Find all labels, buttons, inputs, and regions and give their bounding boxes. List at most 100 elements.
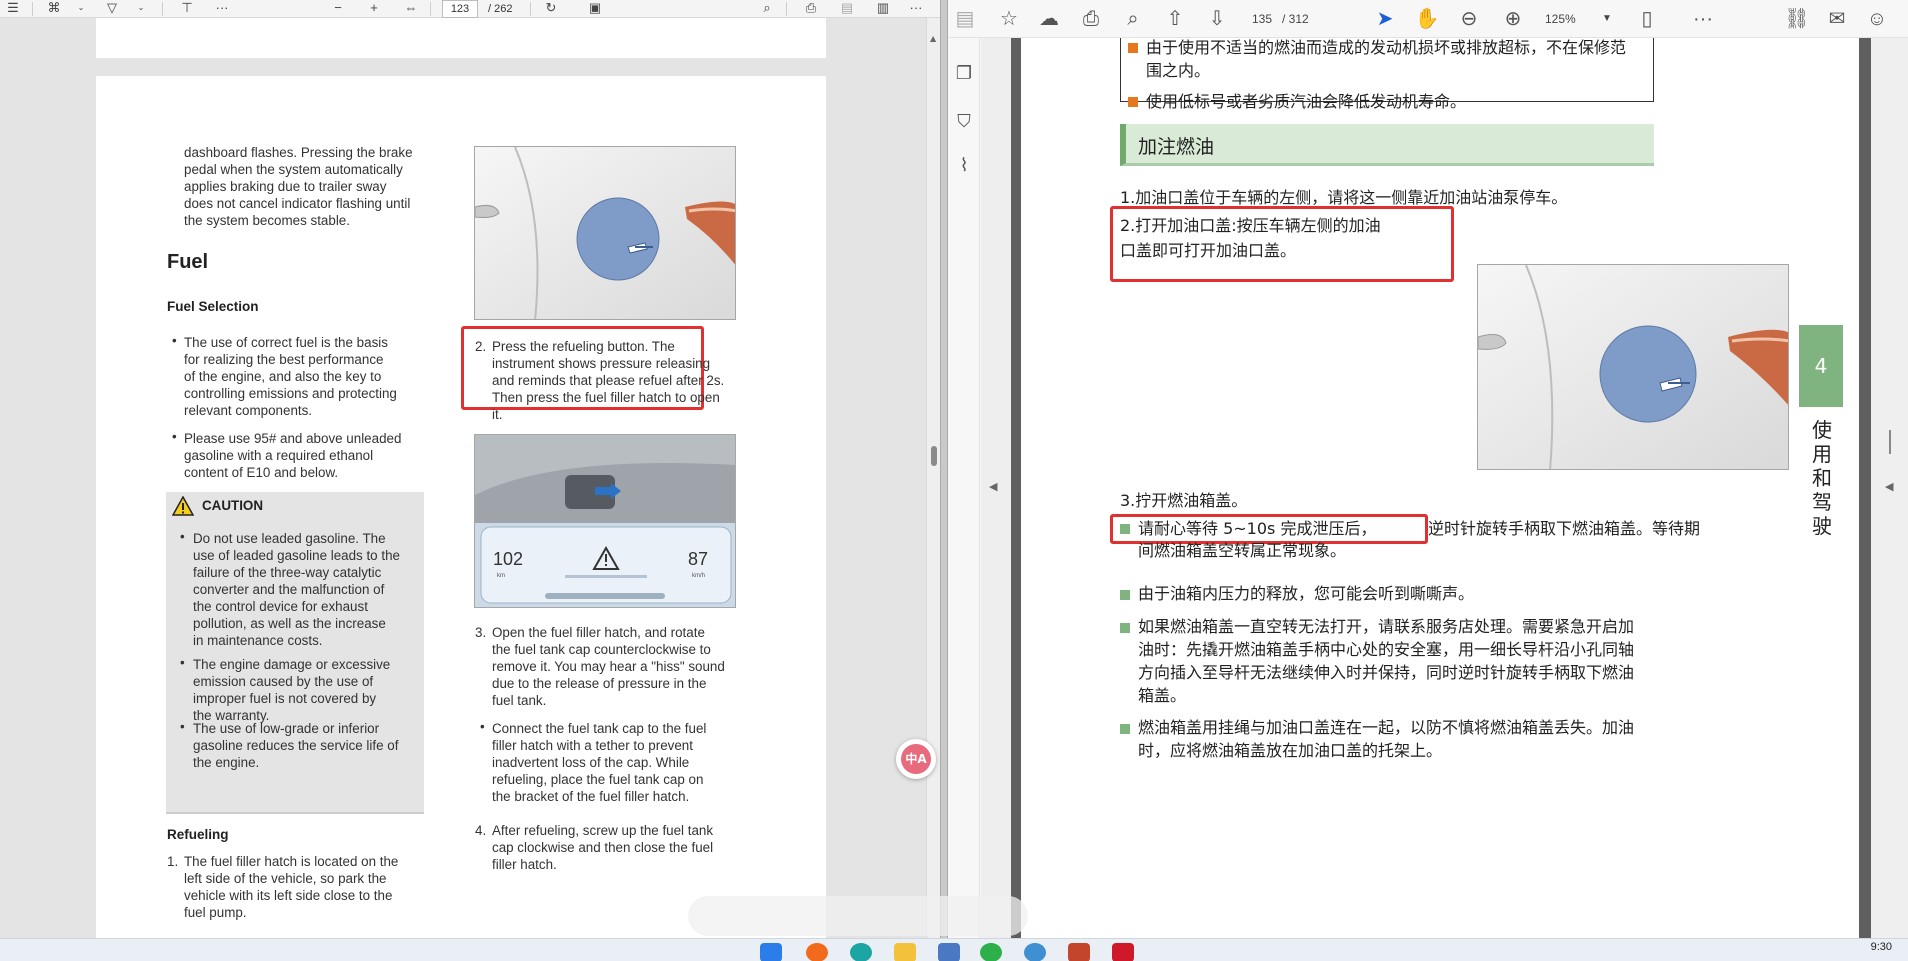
chevron-down-icon[interactable]: ▼ <box>1602 0 1612 38</box>
chat-icon[interactable] <box>980 943 1002 961</box>
bullet-square <box>1120 590 1130 600</box>
star-icon[interactable]: ☆ <box>996 6 1022 32</box>
fit-width-icon[interactable]: ⇔ <box>402 0 420 18</box>
chapter-title: 使用和驾驶 <box>1812 418 1832 538</box>
bullet-square <box>1128 43 1138 53</box>
manual-page-left: dashboard flashes. Pressing the brake pe… <box>96 76 826 938</box>
more-icon[interactable]: ··· <box>1690 6 1716 32</box>
taskbar: 9:30 <box>0 938 1908 961</box>
bullet-4-line-2: 时，应将燃油箱盖放在加油口盖的托架上。 <box>1138 741 1443 760</box>
save-icon[interactable]: ▤ <box>838 0 856 18</box>
collapse-right-icon[interactable]: ◀ <box>1885 480 1893 493</box>
chevron-down-icon[interactable]: ⌄ <box>136 0 146 18</box>
bullet-3-line-4: 箱盖。 <box>1138 686 1187 705</box>
more-icon[interactable]: ··· <box>212 0 232 18</box>
scroll-up-icon[interactable]: ▲ <box>930 34 936 43</box>
more-icon[interactable]: ··· <box>906 0 926 18</box>
refueling-heading: Refueling <box>167 827 229 842</box>
step-2-line-1: 2.打开加油口盖:按压车辆左侧的加油 <box>1120 216 1381 235</box>
fuel-door-image <box>1477 264 1789 470</box>
chevron-down-icon[interactable]: ⌄ <box>76 0 86 18</box>
browser-icon[interactable] <box>850 943 872 961</box>
save-as-icon[interactable]: ▥ <box>874 0 892 18</box>
clock: 9:30 <box>1870 941 1892 953</box>
caution-item-1: Do not use leaded gasoline. The use of l… <box>193 531 400 648</box>
translate-widget[interactable]: 中A <box>896 739 936 779</box>
page-layout-icon[interactable]: ▯ <box>1634 6 1660 32</box>
fuel-bullet-2: Please use 95# and above unleaded gasoli… <box>184 431 402 480</box>
step-3-text: 3.拧开燃油箱盖。 <box>1120 491 1248 510</box>
right-toolbar: ▤ ☆ ☁ ⎙ ⌕ ⇧ ⇩ 135 / 312 ➤ ✋ ⊖ ⊕ 125% ▼ ▯… <box>948 0 1908 38</box>
page-number-input[interactable]: 135 <box>1252 0 1272 38</box>
step-2-line-2: 口盖即可打开加油口盖。 <box>1120 241 1297 260</box>
user-icon[interactable]: ☺ <box>1864 6 1890 32</box>
zoom-out-button[interactable]: − <box>330 0 346 18</box>
left-gutter: ◀ <box>981 38 1011 938</box>
bookmark-icon[interactable]: ⛉ <box>952 110 976 134</box>
search-icon[interactable]: ⌕ <box>758 0 776 18</box>
bullet-3-line-1: 如果燃油箱盖一直空转无法打开，请联系服务店处理。需要紧急开启加 <box>1138 617 1635 636</box>
attachment-icon[interactable]: ⌇ <box>952 154 976 178</box>
previous-page-icon[interactable]: ⇧ <box>1162 6 1188 32</box>
right-pdf-viewer: ▤ ☆ ☁ ⎙ ⌕ ⇧ ⇩ 135 / 312 ➤ ✋ ⊖ ⊕ 125% ▼ ▯… <box>948 0 1908 938</box>
cluster-right-unit: km/h <box>692 573 705 579</box>
app-icon[interactable] <box>806 943 828 961</box>
scroll-grip[interactable] <box>1889 430 1891 454</box>
list-icon[interactable]: ☰ <box>4 0 22 18</box>
zoom-search-icon[interactable]: ⌕ <box>1120 6 1146 32</box>
pdf-app-icon[interactable] <box>1112 943 1134 961</box>
screen: ☰ ⌘ ⌄ ▽ ⌄ ⊤ ··· − + ⇔ 123 / 262 ↻ ▣ ⌕ ⎙ … <box>0 0 1908 961</box>
print-icon[interactable]: ⎙ <box>802 0 820 18</box>
translate-icon[interactable]: 中A <box>901 744 931 774</box>
zoom-in-icon[interactable]: ⊕ <box>1500 6 1526 32</box>
hand-icon[interactable]: ✋ <box>1414 6 1440 32</box>
collapse-left-icon[interactable]: ◀ <box>989 480 997 493</box>
refuel-step-1: The fuel filler hatch is located on the … <box>184 854 399 920</box>
scroll-thumb[interactable] <box>931 446 937 466</box>
text-box-icon[interactable]: ⊤ <box>178 0 196 18</box>
bullet-dot: • <box>172 429 177 444</box>
step-2-number: 2. <box>475 339 487 354</box>
step-2-text: Press the refueling button. The instrume… <box>492 339 725 422</box>
cursor-icon[interactable]: ➤ <box>1372 6 1398 32</box>
print-icon[interactable]: ⎙ <box>1078 6 1104 32</box>
app-icon[interactable] <box>938 943 960 961</box>
previous-page-bottom <box>96 18 826 58</box>
next-page-icon[interactable]: ⇩ <box>1204 6 1230 32</box>
section-title: 加注燃油 <box>1138 136 1215 158</box>
page-edge-left <box>1011 38 1021 938</box>
start-icon[interactable] <box>760 943 782 961</box>
fuel-heading: Fuel <box>167 251 209 273</box>
bullet-square <box>1120 724 1130 734</box>
page-total: / 262 <box>488 3 513 15</box>
highlighter-icon[interactable]: ⌘ <box>46 0 62 18</box>
draw-icon[interactable]: ▽ <box>104 0 120 18</box>
zoom-in-button[interactable]: + <box>366 0 382 18</box>
fuel-selection-heading: Fuel Selection <box>167 299 259 314</box>
bullet-square <box>1120 623 1130 633</box>
split-divider[interactable] <box>940 0 948 938</box>
left-scrollbar[interactable]: ▲ <box>926 18 940 938</box>
link-icon[interactable]: ⛓ <box>1784 6 1810 32</box>
pages-icon[interactable]: ❐ <box>952 62 976 86</box>
app-icon[interactable] <box>1024 943 1046 961</box>
rotate-icon[interactable]: ↻ <box>542 0 560 18</box>
upload-cloud-icon[interactable]: ☁ <box>1036 6 1062 32</box>
fuel-door-image <box>474 146 736 320</box>
zoom-out-icon[interactable]: ⊖ <box>1456 6 1482 32</box>
app-icon[interactable] <box>1068 943 1090 961</box>
bullet-square <box>1128 97 1138 107</box>
bullet-3-line-2: 油时：先撬开燃油箱盖手柄中心处的安全塞，用一细长导杆沿小孔同轴 <box>1138 640 1635 659</box>
page-number-input[interactable]: 123 <box>442 0 478 18</box>
refuel-step-1-number: 1. <box>167 854 179 869</box>
save-icon[interactable]: ▤ <box>952 6 978 32</box>
two-page-icon[interactable]: ▣ <box>586 0 604 18</box>
folder-icon[interactable] <box>894 943 916 961</box>
right-scrollbar[interactable]: ◀ <box>1871 38 1908 938</box>
mail-icon[interactable]: ✉ <box>1824 6 1850 32</box>
warning-line-2: 使用低标号或者劣质汽油会降低发动机寿命。 <box>1146 92 1467 111</box>
zoom-level[interactable]: 125% <box>1545 0 1576 38</box>
right-sidebar: ❐ ⛉ ⌇ <box>948 38 980 938</box>
caution-box: CAUTION • Do not use leaded gasoline. Th… <box>166 492 424 814</box>
cluster-right-value: 87 <box>688 549 708 569</box>
